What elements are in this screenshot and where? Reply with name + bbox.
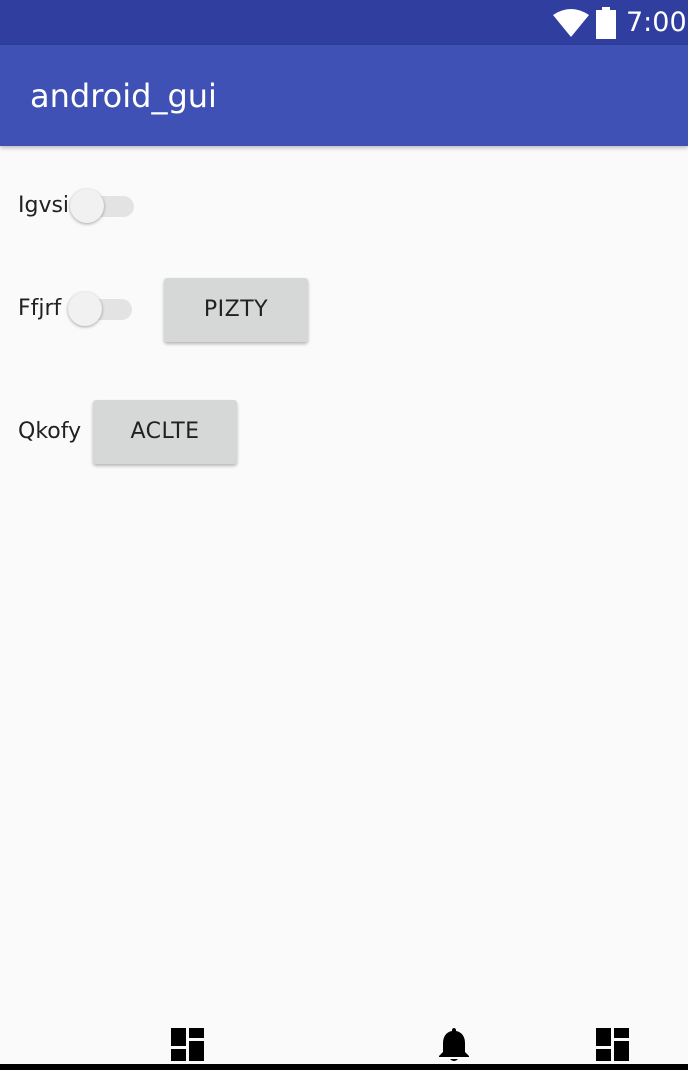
battery-icon (596, 7, 616, 39)
label-ffjrf: Ffjrf (18, 296, 62, 321)
notification-bell-icon[interactable] (438, 1026, 470, 1062)
wifi-icon (553, 9, 589, 37)
app-title: android_gui (30, 77, 217, 115)
switch-thumb (70, 189, 104, 223)
switch-thumb (68, 292, 102, 326)
label-igvsi: Igvsi (18, 193, 70, 218)
aclte-button[interactable]: ACLTE (93, 400, 237, 464)
switch-igvsi[interactable] (70, 186, 136, 226)
dashboard-icon[interactable] (171, 1028, 204, 1061)
switch-ffjrf[interactable] (68, 289, 134, 329)
status-bar: 7:00 (0, 0, 688, 45)
dashboard-icon[interactable] (596, 1028, 629, 1061)
app-bar: android_gui (0, 45, 688, 146)
bottom-divider (0, 1064, 688, 1070)
label-qkofy: Qkofy (18, 419, 82, 444)
pizty-button[interactable]: PIZTY (164, 278, 308, 342)
status-time: 7:00 (626, 7, 687, 38)
